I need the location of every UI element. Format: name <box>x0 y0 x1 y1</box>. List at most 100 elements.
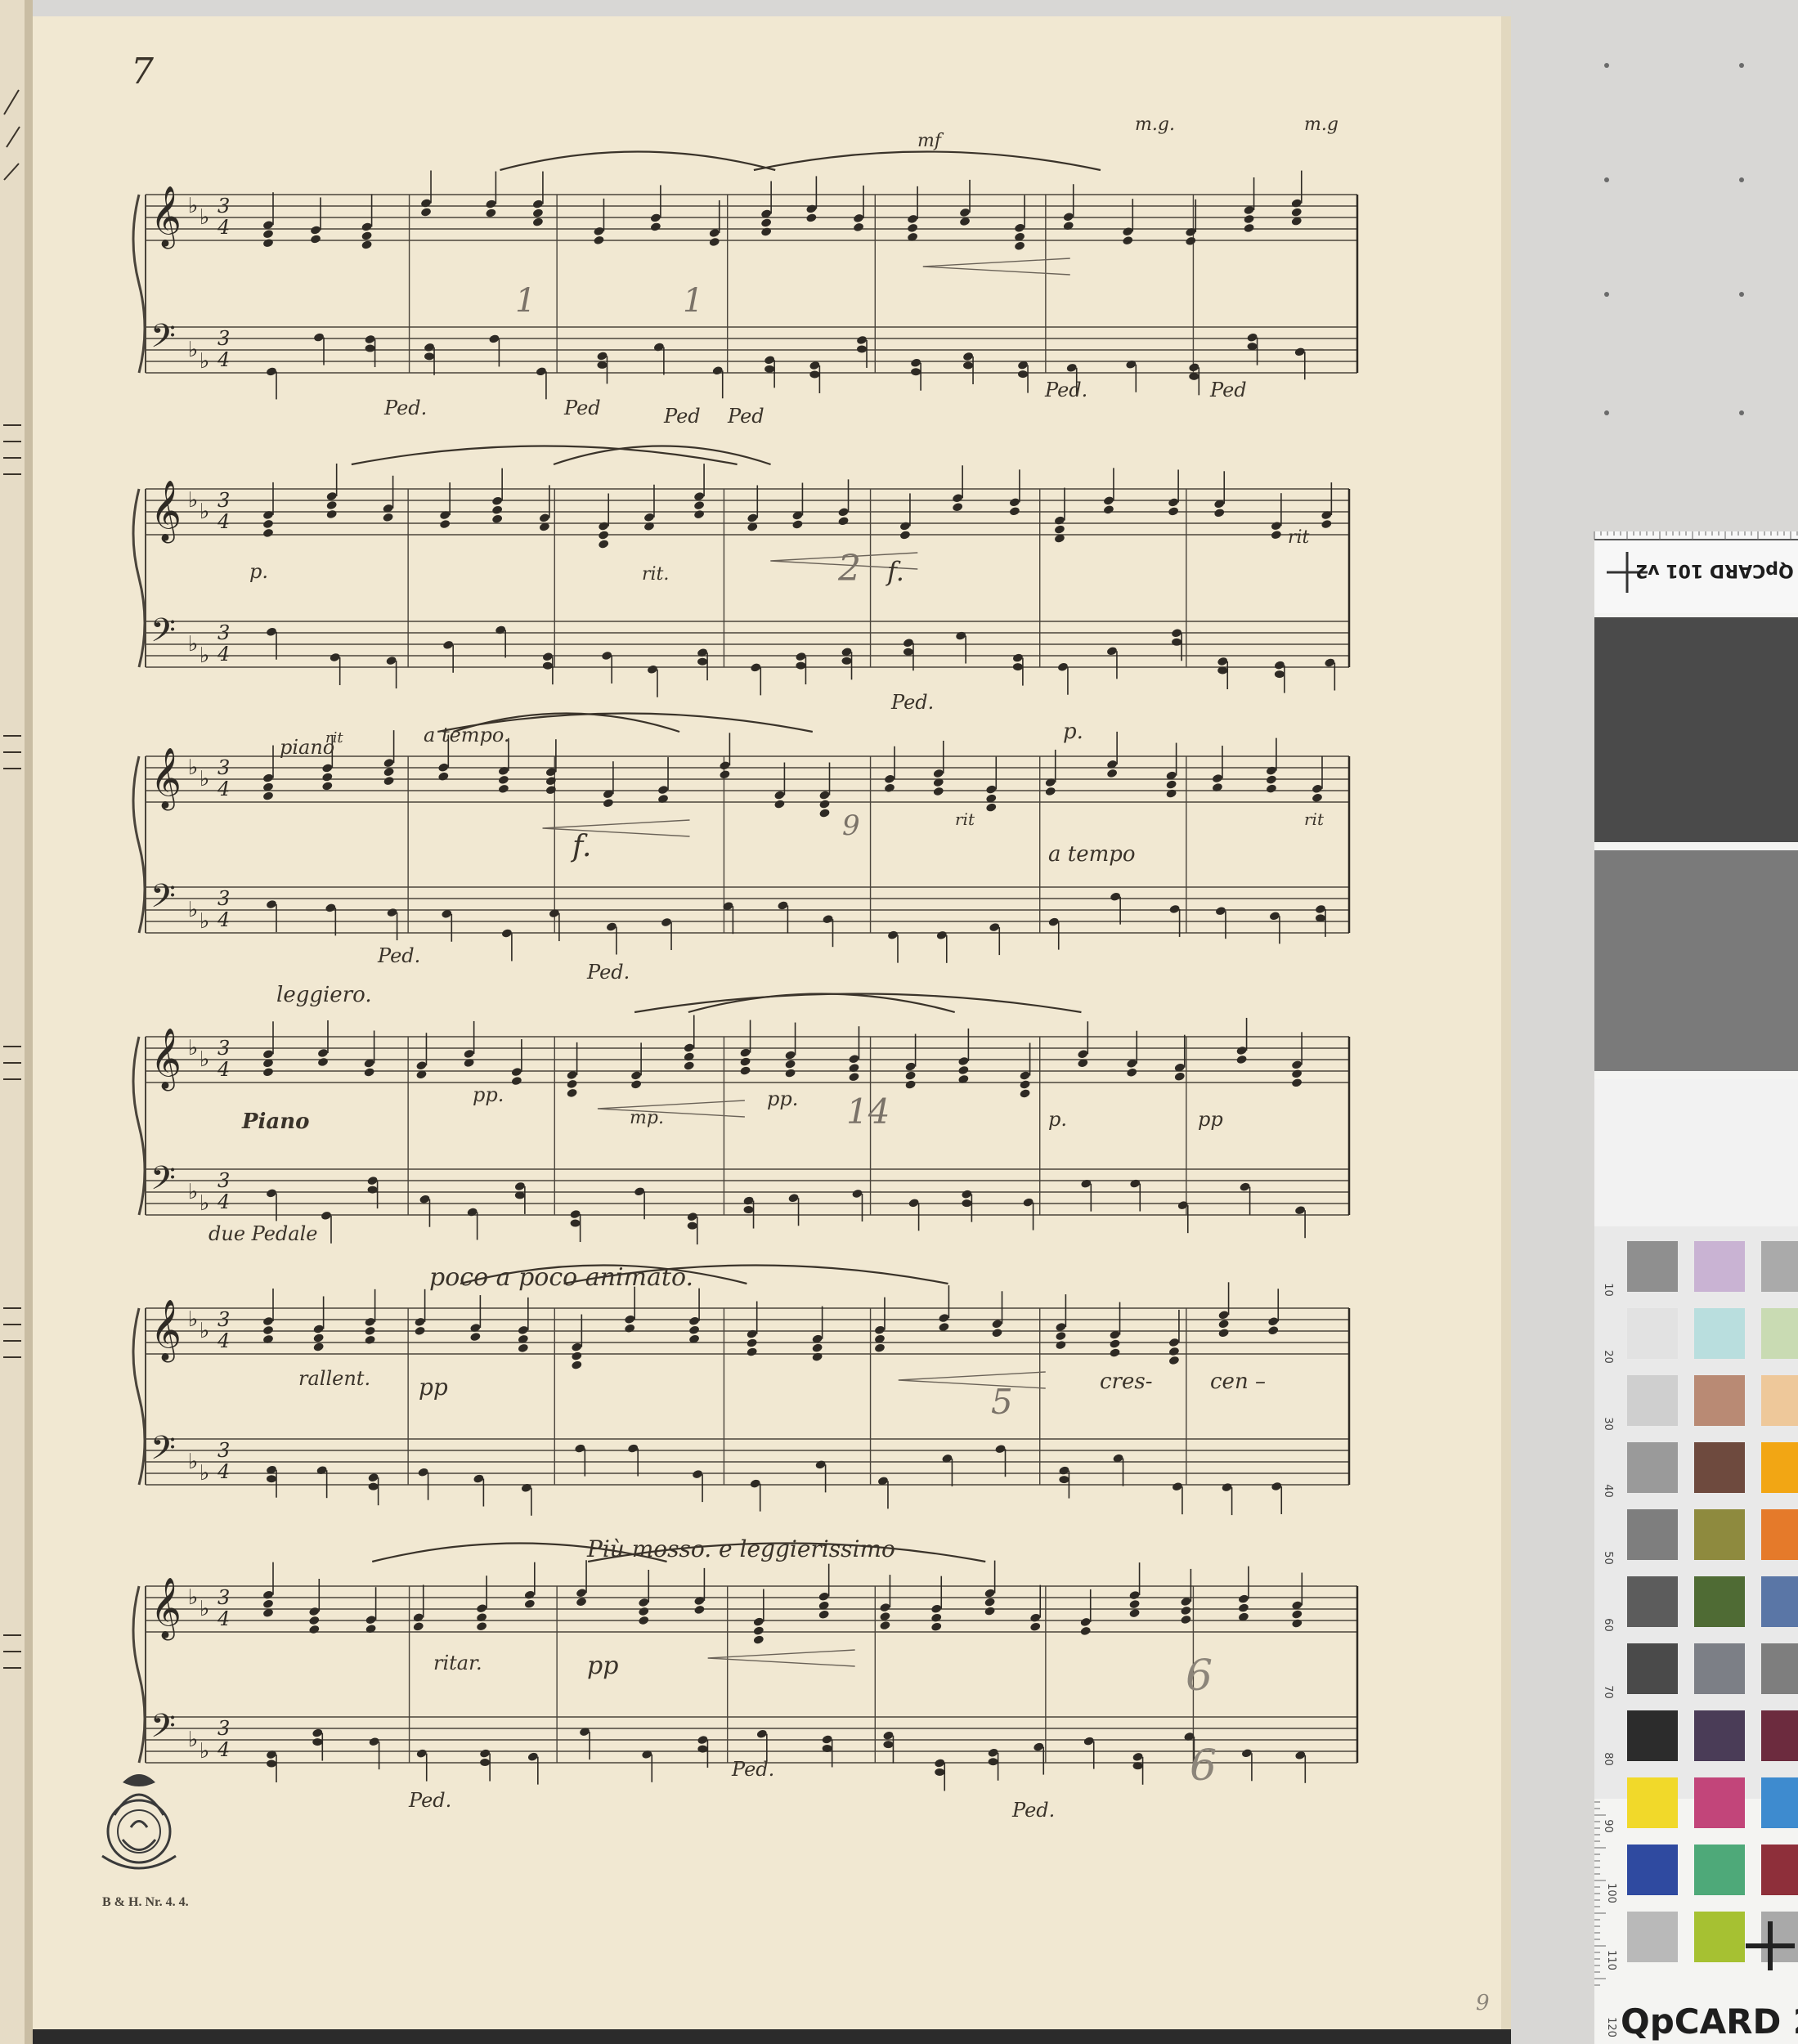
svg-text:3: 3 <box>217 489 230 512</box>
dyn-p-s4: p. <box>1048 1108 1067 1131</box>
section-number-1b: 1 <box>683 282 704 320</box>
color-patch <box>1627 1442 1678 1493</box>
ped-4: Ped <box>728 405 764 428</box>
svg-text:3: 3 <box>217 1439 230 1462</box>
color-calibration-card <box>1594 531 1798 2044</box>
section-number-14: 14 <box>846 1091 890 1132</box>
rit-s2: rit. <box>642 564 670 585</box>
section-number-9: 9 <box>842 809 860 842</box>
card-scale-label: 60 <box>1601 1618 1614 1632</box>
dyn-f-s2: f. <box>887 556 904 587</box>
svg-text:♭: ♭ <box>200 349 209 374</box>
color-patch <box>1761 1643 1798 1694</box>
svg-text:3: 3 <box>217 621 230 644</box>
svg-text:♭: ♭ <box>200 500 209 524</box>
dyn-pp-s4a: pp. <box>473 1083 504 1106</box>
dyn-pp-s5: pp <box>419 1374 448 1401</box>
color-patch <box>1694 1241 1745 1292</box>
scanned-manuscript-page: 𝄞𝄢♭♭♭♭3344𝄞𝄢♭♭♭♭3344𝄞𝄢♭♭♭♭3344𝄞𝄢♭♭♭♭3344… <box>0 0 1798 2044</box>
ped-s3a: Ped. <box>378 944 421 967</box>
section-number-5: 5 <box>991 1382 1013 1422</box>
ped-s6c: Ped. <box>1012 1799 1056 1822</box>
a-tempo-s3b: a tempo <box>1048 842 1136 867</box>
card-scale-label: 10 <box>1601 1283 1614 1297</box>
due-pedale-s4: due Pedale <box>208 1222 318 1245</box>
ritar-s6: ritar. <box>433 1652 482 1674</box>
annotation-mg-2: m.g <box>1304 114 1338 135</box>
color-patch <box>1627 1845 1678 1895</box>
color-patch <box>1761 1442 1798 1493</box>
svg-text:3: 3 <box>217 1586 230 1609</box>
card-scale-label: 100 <box>1604 1883 1617 1903</box>
svg-text:𝄞: 𝄞 <box>150 748 182 811</box>
svg-text:3: 3 <box>217 756 230 779</box>
dyn-pp-s4b: pp. <box>767 1087 799 1110</box>
rit-s3c: rit <box>1304 809 1324 829</box>
color-patch <box>1694 1308 1745 1359</box>
color-patch <box>1627 1308 1678 1359</box>
card-scale-label: 70 <box>1601 1685 1614 1699</box>
svg-text:3: 3 <box>217 1169 230 1192</box>
color-patch <box>1627 1912 1678 1962</box>
svg-text:4: 4 <box>217 643 230 666</box>
svg-text:3: 3 <box>217 327 230 350</box>
dyn-mp-s4: mp. <box>630 1108 664 1128</box>
svg-text:♭: ♭ <box>200 1319 209 1343</box>
annotation-mf: mf <box>917 131 942 151</box>
svg-text:𝄞: 𝄞 <box>150 1300 182 1363</box>
ped-3: Ped <box>664 405 701 428</box>
svg-text:♭: ♭ <box>188 898 198 922</box>
svg-text:𝄞: 𝄞 <box>150 1029 182 1091</box>
svg-text:4: 4 <box>217 1607 230 1630</box>
svg-text:♭: ♭ <box>188 338 198 362</box>
a-tempo-s3: a tempo. <box>424 724 510 746</box>
svg-text:♭: ♭ <box>200 909 209 934</box>
svg-text:4: 4 <box>217 1329 230 1352</box>
cres-s5: cres- <box>1100 1369 1153 1394</box>
svg-text:♭: ♭ <box>200 1739 209 1764</box>
color-patch <box>1761 1509 1798 1560</box>
svg-text:3: 3 <box>217 1308 230 1331</box>
svg-text:𝄞: 𝄞 <box>150 1578 182 1641</box>
svg-text:𝄢: 𝄢 <box>150 1429 176 1475</box>
svg-text:4: 4 <box>217 348 230 371</box>
ped-s6a: Ped. <box>409 1789 452 1812</box>
color-patch <box>1627 1643 1678 1694</box>
rit-s2b: rit <box>1288 527 1310 548</box>
svg-text:4: 4 <box>217 1058 230 1081</box>
color-patch <box>1694 1710 1745 1761</box>
dyn-p-s3: p. <box>1063 719 1083 744</box>
color-patch <box>1761 1912 1798 1962</box>
rallent-s5: rallent. <box>298 1367 371 1390</box>
color-patch <box>1627 1777 1678 1828</box>
color-patch <box>1627 1710 1678 1761</box>
color-patch <box>1694 1643 1745 1694</box>
card-scale-label: 30 <box>1601 1417 1614 1431</box>
card-scale-label: 50 <box>1601 1551 1614 1565</box>
cen-s5: cen – <box>1210 1369 1266 1394</box>
color-patch <box>1694 1777 1745 1828</box>
section-number-2: 2 <box>838 548 861 589</box>
svg-text:3: 3 <box>217 1037 230 1060</box>
svg-text:4: 4 <box>217 1190 230 1213</box>
color-patch <box>1627 1509 1678 1560</box>
color-patch <box>1761 1241 1798 1292</box>
svg-text:𝄞: 𝄞 <box>150 186 182 249</box>
svg-text:♭: ♭ <box>200 1461 209 1486</box>
svg-text:3: 3 <box>217 195 230 217</box>
card-model-label: QpCARD 101 v2 <box>1635 560 1794 580</box>
color-patch <box>1627 1375 1678 1426</box>
ped-s6b: Ped. <box>732 1758 775 1781</box>
svg-text:𝄞: 𝄞 <box>150 481 182 544</box>
ped-5: Ped. <box>1045 379 1088 401</box>
color-patch <box>1694 1845 1745 1895</box>
color-patch <box>1761 1576 1798 1627</box>
leggiero-s4: leggiero. <box>276 983 372 1007</box>
svg-text:♭: ♭ <box>200 767 209 791</box>
card-scale-label: 110 <box>1604 1950 1617 1970</box>
svg-text:𝄢: 𝄢 <box>150 1707 176 1753</box>
svg-text:3: 3 <box>217 1717 230 1740</box>
rit-s3b: rit <box>955 809 975 829</box>
section-number-6b: 6 <box>1190 1741 1217 1791</box>
svg-text:♭: ♭ <box>200 1047 209 1072</box>
